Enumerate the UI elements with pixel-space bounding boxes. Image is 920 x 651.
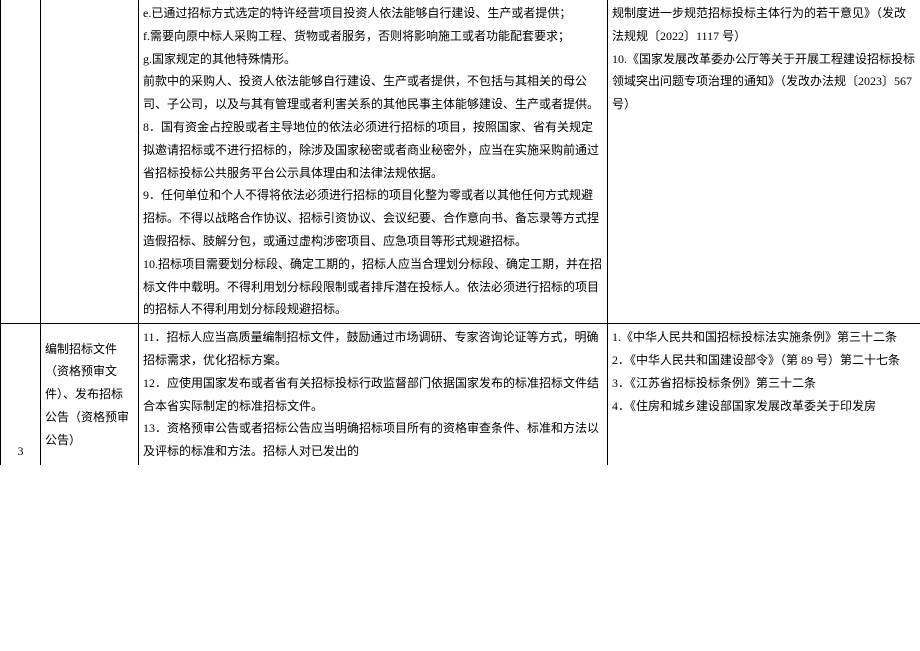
row-reference: 规制度进一步规范招标投标主体行为的若干意见》（发改法规规〔2022〕1117 号…	[608, 0, 920, 324]
row-reference: 1.《中华人民共和国招标投标法实施条例》第三十二条 2．《中华人民共和国建设部令…	[608, 324, 920, 465]
row-content: 11．招标人应当高质量编制招标文件，鼓励通过市场调研、专家咨询论证等方式，明确招…	[139, 324, 608, 465]
regulation-table: e.已通过招标方式选定的特许经营项目投资人依法能够自行建设、生产或者提供； f.…	[0, 0, 920, 465]
table-row: 3 编制招标文件（资格预审文件）、发布招标公告（资格预审公告） 11．招标人应当…	[1, 324, 920, 465]
table-row: e.已通过招标方式选定的特许经营项目投资人依法能够自行建设、生产或者提供； f.…	[1, 0, 920, 324]
row-content: e.已通过招标方式选定的特许经营项目投资人依法能够自行建设、生产或者提供； f.…	[139, 0, 608, 324]
row-number: 3	[1, 324, 41, 465]
row-title: 编制招标文件（资格预审文件）、发布招标公告（资格预审公告）	[41, 324, 139, 465]
row-number	[1, 0, 41, 324]
row-title	[41, 0, 139, 324]
